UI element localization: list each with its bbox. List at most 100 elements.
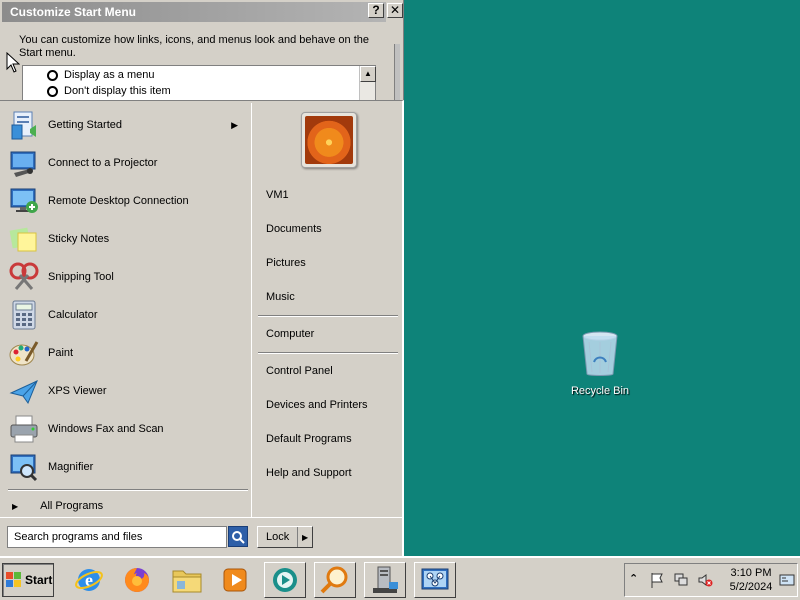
program-sticky-notes[interactable]: Sticky Notes	[8, 221, 248, 257]
taskbar-remote-app[interactable]	[264, 562, 306, 598]
firefox-icon	[125, 568, 149, 592]
show-hidden-icons-icon[interactable]: ⌃	[629, 572, 645, 588]
network-icon[interactable]	[673, 572, 689, 588]
program-calculator[interactable]: Calculator	[8, 297, 248, 333]
snipping-tool-icon	[8, 261, 40, 293]
mouse-cursor-icon	[6, 52, 20, 73]
program-label: XPS Viewer	[48, 385, 107, 397]
link-control-panel[interactable]: Control Panel	[266, 365, 333, 377]
system-tray: ⌃ 3:10 PM 5/2/2024	[624, 563, 798, 597]
link-user-folder[interactable]: VM1	[266, 189, 289, 201]
dialog-title: Customize Start Menu	[10, 5, 137, 19]
recycle-bin[interactable]: Recycle Bin	[562, 330, 638, 397]
program-xps-viewer[interactable]: XPS Viewer	[8, 373, 248, 409]
all-programs-button[interactable]: ▶ All Programs	[12, 497, 103, 515]
dialog-scrollbar[interactable]	[394, 44, 400, 104]
lock-button[interactable]: Lock ▶	[257, 526, 313, 548]
program-fax-scan[interactable]: Windows Fax and Scan	[8, 411, 248, 447]
program-paint[interactable]: Paint	[8, 335, 248, 371]
xps-viewer-icon	[8, 375, 40, 407]
user-picture[interactable]	[301, 112, 357, 168]
submenu-arrow-icon: ▶	[231, 119, 238, 130]
start-menu-bottom-bar: Search programs and files Lock ▶	[0, 517, 402, 557]
program-label: Windows Fax and Scan	[48, 423, 164, 435]
taskbar-file-explorer[interactable]	[166, 562, 208, 598]
program-label: Remote Desktop Connection	[48, 195, 189, 207]
option-label: Display as a menu	[64, 69, 155, 81]
program-label: Paint	[48, 347, 74, 359]
paint-icon	[8, 337, 40, 369]
link-pictures[interactable]: Pictures	[266, 257, 306, 269]
program-connect-projector[interactable]: Connect to a Projector	[8, 145, 248, 181]
places-pane: VM1 Documents Pictures Music Computer Co…	[254, 103, 402, 517]
options-list[interactable]: Display as a menu Don't display this ite…	[22, 65, 376, 105]
clock-time: 3:10 PM	[730, 567, 772, 579]
option-label: Don't display this item	[64, 85, 171, 97]
link-default-programs[interactable]: Default Programs	[266, 433, 352, 445]
server-manager-icon	[373, 566, 398, 593]
triangle-right-icon: ▶	[12, 501, 19, 511]
start-button[interactable]: Start	[2, 563, 54, 597]
projector-icon	[8, 147, 40, 179]
lock-options-arrow-icon[interactable]: ▶	[298, 533, 312, 542]
radio-button[interactable]	[47, 69, 58, 81]
remote-app-icon	[273, 568, 297, 592]
clock-date: 5/2/2024	[729, 581, 773, 593]
taskbar-network-app[interactable]	[414, 562, 456, 598]
taskbar-media-player[interactable]	[214, 562, 256, 598]
dialog-description: You can customize how links, icons, and …	[19, 34, 369, 59]
places-separator	[258, 352, 398, 354]
option-display-as-menu[interactable]: Display as a menu	[47, 67, 155, 83]
getting-started-icon	[8, 109, 40, 141]
volume-muted-icon[interactable]	[697, 572, 713, 588]
program-label: Snipping Tool	[48, 271, 114, 283]
program-getting-started[interactable]: Getting Started ▶	[8, 107, 248, 143]
all-programs-label: All Programs	[40, 500, 104, 512]
windows-logo-icon	[6, 572, 22, 588]
taskbar-internet-explorer[interactable]: e	[68, 562, 110, 598]
taskbar-search-app[interactable]	[314, 562, 356, 598]
program-magnifier[interactable]: Magnifier	[8, 449, 248, 485]
list-scrollbar[interactable]: ▲	[359, 66, 376, 104]
radio-button[interactable]	[47, 85, 58, 97]
fax-scan-icon	[8, 413, 40, 445]
help-button[interactable]: ?	[368, 3, 384, 18]
remote-desktop-icon	[8, 185, 40, 217]
show-desktop-icon[interactable]	[779, 572, 795, 588]
places-separator	[258, 315, 398, 317]
link-devices-printers[interactable]: Devices and Printers	[266, 399, 368, 411]
recycle-bin-icon	[582, 331, 618, 376]
link-help-support[interactable]: Help and Support	[266, 467, 352, 479]
action-center-flag-icon[interactable]	[649, 572, 665, 588]
network-app-icon	[421, 568, 449, 590]
link-documents[interactable]: Documents	[266, 223, 322, 235]
link-music[interactable]: Music	[266, 291, 295, 303]
scroll-up-icon[interactable]: ▲	[360, 66, 376, 82]
search-app-icon	[320, 566, 348, 594]
program-label: Connect to a Projector	[48, 157, 158, 169]
program-label: Sticky Notes	[48, 233, 110, 245]
start-menu: Getting Started ▶ Connect to a Projector…	[0, 100, 404, 557]
dialog-titlebar[interactable]: Customize Start Menu	[2, 2, 386, 22]
taskbar: Start e ⌃ 3:10 PM 5/2/2024	[0, 556, 800, 600]
start-label: Start	[25, 573, 53, 587]
search-input[interactable]: Search programs and files	[7, 526, 227, 548]
programs-pane: Getting Started ▶ Connect to a Projector…	[2, 103, 252, 517]
taskbar-firefox[interactable]	[116, 562, 158, 598]
media-player-icon	[223, 568, 247, 592]
flower-icon	[305, 116, 353, 164]
program-label: Magnifier	[48, 461, 94, 473]
sticky-notes-icon	[8, 223, 40, 255]
search-icon[interactable]	[228, 526, 248, 547]
taskbar-server-manager[interactable]	[364, 562, 406, 598]
program-label: Getting Started	[48, 119, 122, 131]
program-label: Calculator	[48, 309, 98, 321]
program-remote-desktop[interactable]: Remote Desktop Connection	[8, 183, 248, 219]
internet-explorer-icon: e	[75, 569, 103, 591]
magnifier-icon	[8, 451, 40, 483]
program-snipping-tool[interactable]: Snipping Tool	[8, 259, 248, 295]
link-computer[interactable]: Computer	[266, 328, 314, 340]
close-button[interactable]: ✕	[387, 3, 403, 18]
option-dont-display[interactable]: Don't display this item	[47, 83, 171, 99]
clock[interactable]: 3:10 PM 5/2/2024	[725, 566, 777, 594]
